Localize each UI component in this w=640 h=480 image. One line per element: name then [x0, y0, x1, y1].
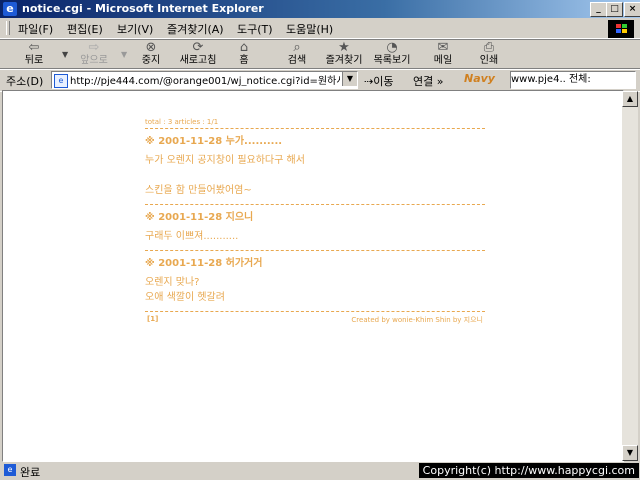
refresh-button[interactable]: ⟳ 새로고침 [176, 40, 220, 68]
go-button[interactable]: ⇢이동 [364, 73, 393, 89]
back-button[interactable]: ⇦ 뒤로 [18, 40, 50, 68]
entry-title[interactable]: ※ 2001-11-28 누가.......... [145, 132, 485, 147]
print-button[interactable]: ⎙ 인쇄 [474, 40, 504, 68]
copyright-banner: Copyright(c) http://www.happycgi.com [418, 463, 639, 478]
menu-favorites[interactable]: 즐겨찾기(A) [167, 21, 224, 37]
navy-search-field[interactable]: www.pje4.. 전체: [510, 71, 636, 89]
page-icon: e [54, 74, 68, 88]
divider [145, 204, 485, 205]
article-count: total : 3 articles : 1/1 [145, 118, 219, 126]
history-icon: ◔ [386, 40, 398, 55]
notice-board: total : 3 articles : 1/1 ※ 2001-11-28 누가… [145, 118, 485, 327]
status-text: 완료 [20, 466, 41, 479]
navy-logo[interactable]: Navy [464, 71, 506, 87]
ie-status-icon: e [4, 464, 16, 476]
windows-logo-icon [608, 20, 634, 38]
page-link[interactable]: [1] [147, 315, 158, 323]
back-arrow-icon: ⇦ [28, 40, 40, 55]
address-bar: 주소(D) e ▼ ⇢이동 연결 » Navy www.pje4.. 전체: [0, 68, 640, 92]
refresh-icon: ⟳ [192, 40, 204, 55]
toolbar: ⇦ 뒤로 ▼ ⇨ 앞으로 ▼ ⊗ 중지 ⟳ 새로고침 ⌂ 홈 ⌕ 검색 ★ 즐겨… [0, 39, 640, 70]
menu-file[interactable]: 파일(F) [18, 21, 53, 37]
close-button[interactable]: × [624, 2, 640, 17]
address-field[interactable]: e ▼ [51, 71, 358, 89]
history-button[interactable]: ◔ 목록보기 [370, 40, 414, 68]
entry-body: 누가 오렌지 공지창이 필요하다구 해서 스킨을 함 만들어봤어염~ [145, 155, 305, 196]
menu-grip [6, 21, 10, 35]
forward-dropdown-icon[interactable]: ▼ [121, 50, 127, 59]
search-button[interactable]: ⌕ 검색 [282, 40, 312, 68]
scroll-up-icon[interactable]: ▲ [622, 91, 638, 107]
title-bar: e notice.cgi - Microsoft Internet Explor… [0, 0, 640, 18]
back-dropdown-icon[interactable]: ▼ [62, 50, 68, 59]
entry-body: 오렌지 맞나? 오애 색깔이 헷갈려 [145, 277, 225, 303]
entry-title[interactable]: ※ 2001-11-28 허가거거 [145, 254, 485, 269]
menu-view[interactable]: 보기(V) [117, 21, 153, 37]
address-input[interactable] [68, 72, 342, 86]
forward-arrow-icon: ⇨ [88, 40, 100, 55]
credit-text[interactable]: Created by wonie-Khim Shin by 지으니 [351, 315, 483, 325]
menu-edit[interactable]: 편집(E) [67, 21, 103, 37]
page-content: total : 3 articles : 1/1 ※ 2001-11-28 누가… [2, 90, 624, 462]
window-title: notice.cgi - Microsoft Internet Explorer [22, 2, 264, 15]
board-footer: [1] Created by wonie-Khim Shin by 지으니 [145, 315, 485, 327]
forward-button[interactable]: ⇨ 앞으로 [76, 40, 112, 68]
status-bar: e 완료 Copyright(c) http://www.happycgi.co… [0, 461, 640, 480]
browser-window: e notice.cgi - Microsoft Internet Explor… [0, 0, 640, 480]
menu-bar: 파일(F) 편집(E) 보기(V) 즐겨찾기(A) 도구(T) 도움말(H) [0, 18, 640, 39]
home-icon: ⌂ [239, 40, 249, 55]
mail-icon: ✉ [437, 40, 449, 55]
menu-help[interactable]: 도움말(H) [286, 21, 333, 37]
go-icon: ⇢ [364, 75, 374, 88]
stop-button[interactable]: ⊗ 중지 [136, 40, 166, 68]
home-button[interactable]: ⌂ 홈 [232, 40, 256, 68]
links-button[interactable]: 연결 » [413, 73, 443, 89]
divider [145, 311, 485, 312]
search-icon: ⌕ [293, 40, 301, 55]
print-icon: ⎙ [483, 40, 495, 55]
divider [145, 128, 485, 129]
favorites-icon: ★ [338, 40, 350, 55]
entry-body: 구래두 이쁘져........... [145, 231, 239, 242]
scroll-down-icon[interactable]: ▼ [622, 445, 638, 461]
ie-logo-icon: e [3, 2, 17, 16]
divider [145, 250, 485, 251]
stop-icon: ⊗ [145, 40, 157, 55]
maximize-button[interactable]: □ [606, 2, 623, 17]
favorites-button[interactable]: ★ 즐겨찾기 [322, 40, 366, 68]
menu-tools[interactable]: 도구(T) [237, 21, 273, 37]
mail-button[interactable]: ✉ 메일 [428, 40, 458, 68]
address-label: 주소(D) [6, 75, 44, 88]
vertical-scrollbar[interactable]: ▲ ▼ [622, 91, 638, 461]
address-dropdown-icon[interactable]: ▼ [342, 72, 357, 86]
entry-title[interactable]: ※ 2001-11-28 지으니 [145, 208, 485, 223]
minimize-button[interactable]: _ [590, 2, 607, 17]
